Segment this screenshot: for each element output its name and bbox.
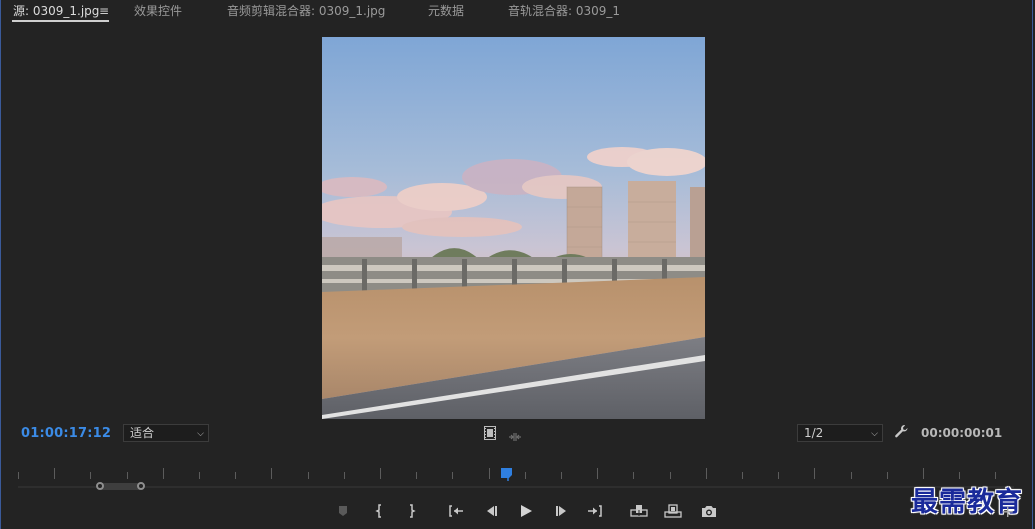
insert-icon[interactable] xyxy=(630,502,648,520)
mark-in-icon[interactable] xyxy=(371,502,389,520)
overwrite-icon[interactable] xyxy=(664,502,682,520)
tab-audio-clip-mixer[interactable]: 音频剪辑混合器: 0309_1.jpg xyxy=(227,2,385,20)
add-button-icon[interactable]: + xyxy=(1001,502,1014,521)
zoom-handle-right[interactable] xyxy=(137,482,145,490)
time-ruler[interactable] xyxy=(18,466,1014,480)
step-back-icon[interactable] xyxy=(482,502,500,520)
tab-audio-track-mixer[interactable]: 音轨混合器: 0309_1 xyxy=(508,2,620,20)
wrench-icon[interactable] xyxy=(894,424,909,443)
playback-resolution-value: 1/2 xyxy=(804,426,824,440)
tab-metadata[interactable]: 元数据 xyxy=(428,2,464,20)
zoom-handle-left[interactable] xyxy=(96,482,104,490)
video-preview xyxy=(322,37,705,419)
tab-source[interactable]: 源: 0309_1.jpg xyxy=(13,2,99,20)
zoom-scrollbar-thumb[interactable] xyxy=(99,483,142,490)
chevron-down-icon: ⌵ xyxy=(197,429,204,439)
go-to-in-icon[interactable] xyxy=(447,502,465,520)
film-strip-icon[interactable] xyxy=(484,425,496,444)
marker-icon[interactable] xyxy=(334,502,352,520)
current-timecode[interactable]: 01:00:17:12 xyxy=(21,426,111,441)
playback-resolution-select[interactable]: 1/2 ⌵ xyxy=(797,424,883,442)
go-to-out-icon[interactable] xyxy=(586,502,604,520)
panel-tab-bar: 源: 0309_1.jpg ≡ 效果控件 音频剪辑混合器: 0309_1.jpg… xyxy=(0,0,1035,24)
camera-icon[interactable] xyxy=(700,502,718,520)
play-icon[interactable] xyxy=(517,502,535,520)
hamburger-menu-icon[interactable]: ≡ xyxy=(99,3,109,19)
chevron-down-icon: ⌵ xyxy=(871,429,878,439)
trim-icon[interactable] xyxy=(508,427,522,446)
zoom-level-select[interactable]: 适合 ⌵ xyxy=(123,424,209,442)
duration-timecode: 00:00:00:01 xyxy=(921,426,1003,440)
tab-effect-controls[interactable]: 效果控件 xyxy=(134,2,182,20)
step-forward-icon[interactable] xyxy=(553,502,571,520)
zoom-scrollbar-track[interactable] xyxy=(18,482,1014,492)
active-tab-indicator xyxy=(12,20,109,22)
preview-image xyxy=(322,37,705,419)
zoom-level-value: 适合 xyxy=(130,426,155,440)
mark-out-icon[interactable] xyxy=(402,502,420,520)
